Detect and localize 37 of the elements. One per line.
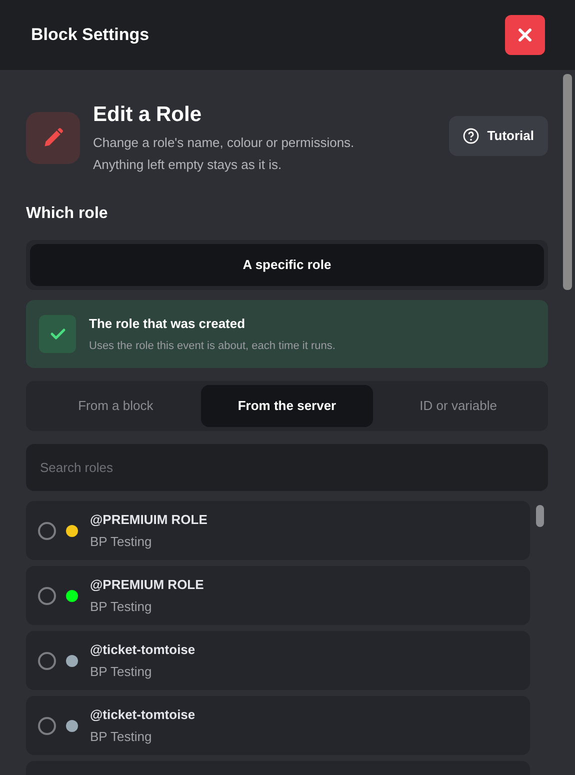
radio-button[interactable] (38, 586, 56, 604)
option-checkbox[interactable] (39, 315, 76, 353)
radio-button[interactable] (38, 522, 56, 540)
mode-tab[interactable]: A specific role (30, 244, 544, 286)
pencil-icon (42, 127, 64, 149)
close-icon (517, 27, 533, 43)
page-heading: Edit a Role (93, 102, 203, 128)
tutorial-button[interactable]: Tutorial (449, 116, 548, 156)
role-server: BP Testing (90, 663, 153, 681)
role-item[interactable]: @ticket-tomtoise BP Testing (26, 631, 530, 690)
option-title: The role that was created (89, 314, 246, 332)
role-name: @ticket-tomtoise (90, 706, 196, 724)
role-item[interactable]: @ticket-tomtoise BP Testing (26, 696, 530, 755)
window-title: Block Settings (31, 24, 150, 46)
source-tab[interactable]: From a block (30, 385, 202, 427)
page-description: Change a role's name, colour or permissions. Anything left empty stays as it is. (93, 134, 356, 174)
close-button[interactable] (505, 15, 545, 55)
help-icon (463, 128, 480, 144)
role-item[interactable]: @PREMIUIM ROLE BP Testing (26, 501, 530, 560)
search-field[interactable]: Search roles (26, 444, 548, 491)
panel-scrollbar-thumb[interactable] (563, 74, 572, 290)
section-label: Which role (26, 204, 109, 224)
radio-button[interactable] (38, 716, 56, 734)
source-tab[interactable]: ID or variable (372, 385, 544, 427)
role-server: BP Testing (90, 533, 153, 551)
list-scrollbar-thumb[interactable] (536, 505, 544, 527)
role-name: @PREMIUIM ROLE (90, 510, 208, 528)
role-item[interactable]: @PREMIUM ROLE BP Testing (26, 566, 530, 625)
source-tab[interactable]: From the server (201, 385, 373, 427)
option-description: Uses the role this event is about, each time it runs. (89, 339, 336, 354)
role-server: BP Testing (90, 598, 153, 616)
option-card[interactable]: The role that was created Uses the role this event is about, each time it runs. (26, 300, 548, 368)
role-server: BP Testing (90, 728, 153, 746)
role-name: @ticket-tomtoise (90, 640, 196, 658)
role-name: @PREMIUM ROLE (90, 576, 204, 594)
radio-button[interactable] (38, 652, 56, 670)
check-icon (50, 328, 66, 340)
